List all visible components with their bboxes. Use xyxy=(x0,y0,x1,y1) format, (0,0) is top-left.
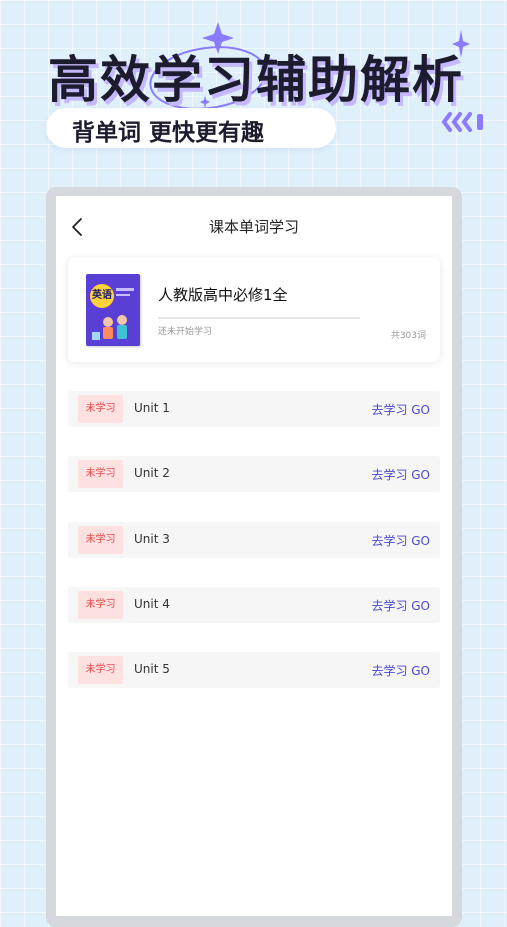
study-progress-bar xyxy=(158,317,360,319)
sparkle-small-icon xyxy=(200,95,210,109)
unit-status-badge: 未学习 xyxy=(78,460,123,489)
unit-row[interactable]: 未学习 Unit 2 去学习 GO xyxy=(68,456,440,493)
unit-status-badge: 未学习 xyxy=(78,656,123,685)
book-card[interactable]: 英语 人教版高中必修1全 还未开始学习 共303词 xyxy=(68,258,440,362)
promo-subtitle: 背单词 更快更有趣 xyxy=(72,120,265,146)
page-title: 课本单词学习 xyxy=(208,218,299,236)
unit-row[interactable]: 未学习 Unit 4 去学习 GO xyxy=(68,586,440,623)
unit-name: Unit 3 xyxy=(134,531,170,546)
unit-go-link[interactable]: 去学习 GO xyxy=(371,466,430,483)
promo-headline: 高效学习辅助解析 xyxy=(48,51,464,109)
unit-list: 未学习 Unit 1 去学习 GO 未学习 Unit 2 去学习 GO 未学习 … xyxy=(68,391,440,717)
sparkle-icon xyxy=(452,30,470,58)
unit-name: Unit 4 xyxy=(134,596,170,611)
unit-row[interactable]: 未学习 Unit 1 去学习 GO xyxy=(68,391,440,427)
chevrons-left-icon xyxy=(441,112,483,132)
unit-status-badge: 未学习 xyxy=(78,395,123,423)
unit-status-badge: 未学习 xyxy=(78,590,123,619)
unit-name: Unit 1 xyxy=(134,401,170,415)
nav-bar: 课本单词学习 xyxy=(56,196,452,256)
book-title: 人教版高中必修1全 xyxy=(158,286,288,304)
book-cover-image: 英语 xyxy=(86,274,140,346)
unit-row[interactable]: 未学习 Unit 5 去学习 GO xyxy=(68,652,440,689)
book-cover-illustration xyxy=(92,288,134,340)
unit-go-link[interactable]: 去学习 GO xyxy=(371,401,430,418)
unit-row[interactable]: 未学习 Unit 3 去学习 GO xyxy=(68,521,440,558)
promo-headline-block: 高效学习辅助解析 xyxy=(48,22,468,110)
unit-go-link[interactable]: 去学习 GO xyxy=(371,532,430,549)
phone-screen: 课本单词学习 英语 人教版高中必修1全 还未开始学习 共303词 未学习 Uni… xyxy=(56,196,452,916)
unit-name: Unit 2 xyxy=(134,466,170,481)
book-status: 还未开始学习 xyxy=(158,327,213,337)
unit-name: Unit 5 xyxy=(134,662,170,677)
book-word-count: 共303词 xyxy=(390,331,426,341)
unit-go-link[interactable]: 去学习 GO xyxy=(371,597,430,614)
unit-status-badge: 未学习 xyxy=(78,525,123,554)
promo-subtitle-pill: 背单词 更快更有趣 xyxy=(46,108,336,148)
unit-go-link[interactable]: 去学习 GO xyxy=(371,662,430,679)
